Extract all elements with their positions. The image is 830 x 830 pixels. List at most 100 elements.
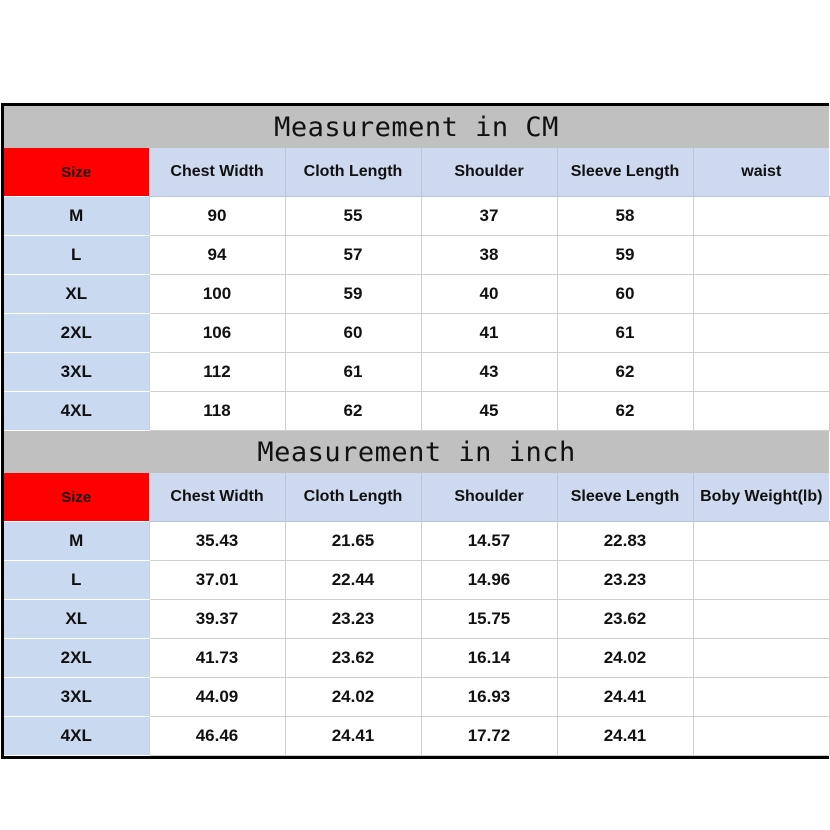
column-header-cloth-length: Cloth Length — [284, 148, 421, 197]
cell-sleeve-length: 24.02 — [556, 638, 694, 678]
cell-shoulder: 41 — [420, 313, 558, 353]
cell-body-weight — [692, 521, 830, 561]
table-title-inch: Measurement in inch — [4, 431, 830, 473]
table-row: 4XL 46.46 24.41 17.72 24.41 — [4, 716, 830, 756]
cell-size: 3XL — [4, 677, 149, 717]
cell-chest-width: 90 — [148, 196, 286, 236]
cell-sleeve-length: 24.41 — [556, 716, 694, 756]
cell-sleeve-length: 62 — [556, 352, 694, 392]
cell-chest-width: 46.46 — [148, 716, 286, 756]
column-header-sleeve-length: Sleeve Length — [556, 148, 693, 197]
cell-chest-width: 118 — [148, 391, 286, 431]
column-header-sleeve-length: Sleeve Length — [556, 473, 693, 522]
cell-shoulder: 17.72 — [420, 716, 558, 756]
cell-cloth-length: 24.41 — [284, 716, 422, 756]
table-row: L 94 57 38 59 — [4, 235, 830, 275]
cell-cloth-length: 23.23 — [284, 599, 422, 639]
table-row: 2XL 106 60 41 61 — [4, 313, 830, 353]
table-row: XL 39.37 23.23 15.75 23.62 — [4, 599, 830, 639]
cell-sleeve-length: 60 — [556, 274, 694, 314]
cell-shoulder: 16.14 — [420, 638, 558, 678]
cell-size: 2XL — [4, 638, 149, 678]
cell-waist — [692, 235, 830, 275]
cell-chest-width: 112 — [148, 352, 286, 392]
column-header-chest-width: Chest Width — [148, 148, 285, 197]
table-title-row: Measurement in inch — [4, 431, 830, 473]
cell-sleeve-length: 59 — [556, 235, 694, 275]
table-row: XL 100 59 40 60 — [4, 274, 830, 314]
cell-sleeve-length: 23.62 — [556, 599, 694, 639]
table-row: 4XL 118 62 45 62 — [4, 391, 830, 431]
cell-chest-width: 35.43 — [148, 521, 286, 561]
column-header-body-weight: Boby Weight(lb) — [692, 473, 830, 522]
column-header-shoulder: Shoulder — [420, 148, 557, 197]
cell-size: L — [4, 560, 149, 600]
cell-size: 2XL — [4, 313, 149, 353]
cell-waist — [692, 391, 830, 431]
cell-size: XL — [4, 599, 149, 639]
cell-waist — [692, 274, 830, 314]
cell-body-weight — [692, 599, 830, 639]
table-row: 2XL 41.73 23.62 16.14 24.02 — [4, 638, 830, 678]
cell-chest-width: 100 — [148, 274, 286, 314]
cell-sleeve-length: 61 — [556, 313, 694, 353]
cell-sleeve-length: 62 — [556, 391, 694, 431]
cell-shoulder: 16.93 — [420, 677, 558, 717]
cell-cloth-length: 62 — [284, 391, 422, 431]
table-row: 3XL 112 61 43 62 — [4, 352, 830, 392]
cell-size: 3XL — [4, 352, 149, 392]
cell-chest-width: 37.01 — [148, 560, 286, 600]
cell-shoulder: 15.75 — [420, 599, 558, 639]
cell-waist — [692, 352, 830, 392]
size-chart-page: Measurement in CM Size Chest Width Cloth… — [0, 0, 830, 830]
cell-size: L — [4, 235, 149, 275]
table-title-row: Measurement in CM — [4, 106, 830, 148]
cell-shoulder: 14.57 — [420, 521, 558, 561]
cell-shoulder: 40 — [420, 274, 558, 314]
table-header-row: Size Chest Width Cloth Length Shoulder S… — [4, 148, 830, 197]
cell-cloth-length: 60 — [284, 313, 422, 353]
table-title-cm: Measurement in CM — [4, 106, 830, 148]
cell-sleeve-length: 23.23 — [556, 560, 694, 600]
cell-shoulder: 14.96 — [420, 560, 558, 600]
table-row: M 35.43 21.65 14.57 22.83 — [4, 521, 830, 561]
cell-chest-width: 39.37 — [148, 599, 286, 639]
column-header-cloth-length: Cloth Length — [284, 473, 421, 522]
cell-body-weight — [692, 638, 830, 678]
cell-shoulder: 43 — [420, 352, 558, 392]
cell-waist — [692, 196, 830, 236]
column-header-chest-width: Chest Width — [148, 473, 285, 522]
cell-cloth-length: 22.44 — [284, 560, 422, 600]
table-row: M 90 55 37 58 — [4, 196, 830, 236]
cell-chest-width: 41.73 — [148, 638, 286, 678]
column-header-size: Size — [4, 148, 149, 197]
cell-shoulder: 45 — [420, 391, 558, 431]
cell-waist — [692, 313, 830, 353]
size-table-cm: Measurement in CM Size Chest Width Cloth… — [4, 106, 830, 431]
cell-cloth-length: 61 — [284, 352, 422, 392]
cell-body-weight — [692, 560, 830, 600]
column-header-waist: waist — [692, 148, 830, 197]
cell-cloth-length: 23.62 — [284, 638, 422, 678]
cell-chest-width: 44.09 — [148, 677, 286, 717]
cell-size: M — [4, 521, 149, 561]
cell-sleeve-length: 22.83 — [556, 521, 694, 561]
table-row: L 37.01 22.44 14.96 23.23 — [4, 560, 830, 600]
size-table-inch: Measurement in inch Size Chest Width Clo… — [4, 431, 830, 756]
cell-cloth-length: 24.02 — [284, 677, 422, 717]
size-chart-container: Measurement in CM Size Chest Width Cloth… — [1, 103, 830, 759]
table-row: 3XL 44.09 24.02 16.93 24.41 — [4, 677, 830, 717]
cell-chest-width: 106 — [148, 313, 286, 353]
cell-size: M — [4, 196, 149, 236]
cell-size: 4XL — [4, 716, 149, 756]
column-header-shoulder: Shoulder — [420, 473, 557, 522]
cell-body-weight — [692, 716, 830, 756]
cell-size: XL — [4, 274, 149, 314]
cell-sleeve-length: 58 — [556, 196, 694, 236]
cell-sleeve-length: 24.41 — [556, 677, 694, 717]
cell-shoulder: 37 — [420, 196, 558, 236]
column-header-size: Size — [4, 473, 149, 522]
cell-cloth-length: 59 — [284, 274, 422, 314]
cell-chest-width: 94 — [148, 235, 286, 275]
cell-shoulder: 38 — [420, 235, 558, 275]
